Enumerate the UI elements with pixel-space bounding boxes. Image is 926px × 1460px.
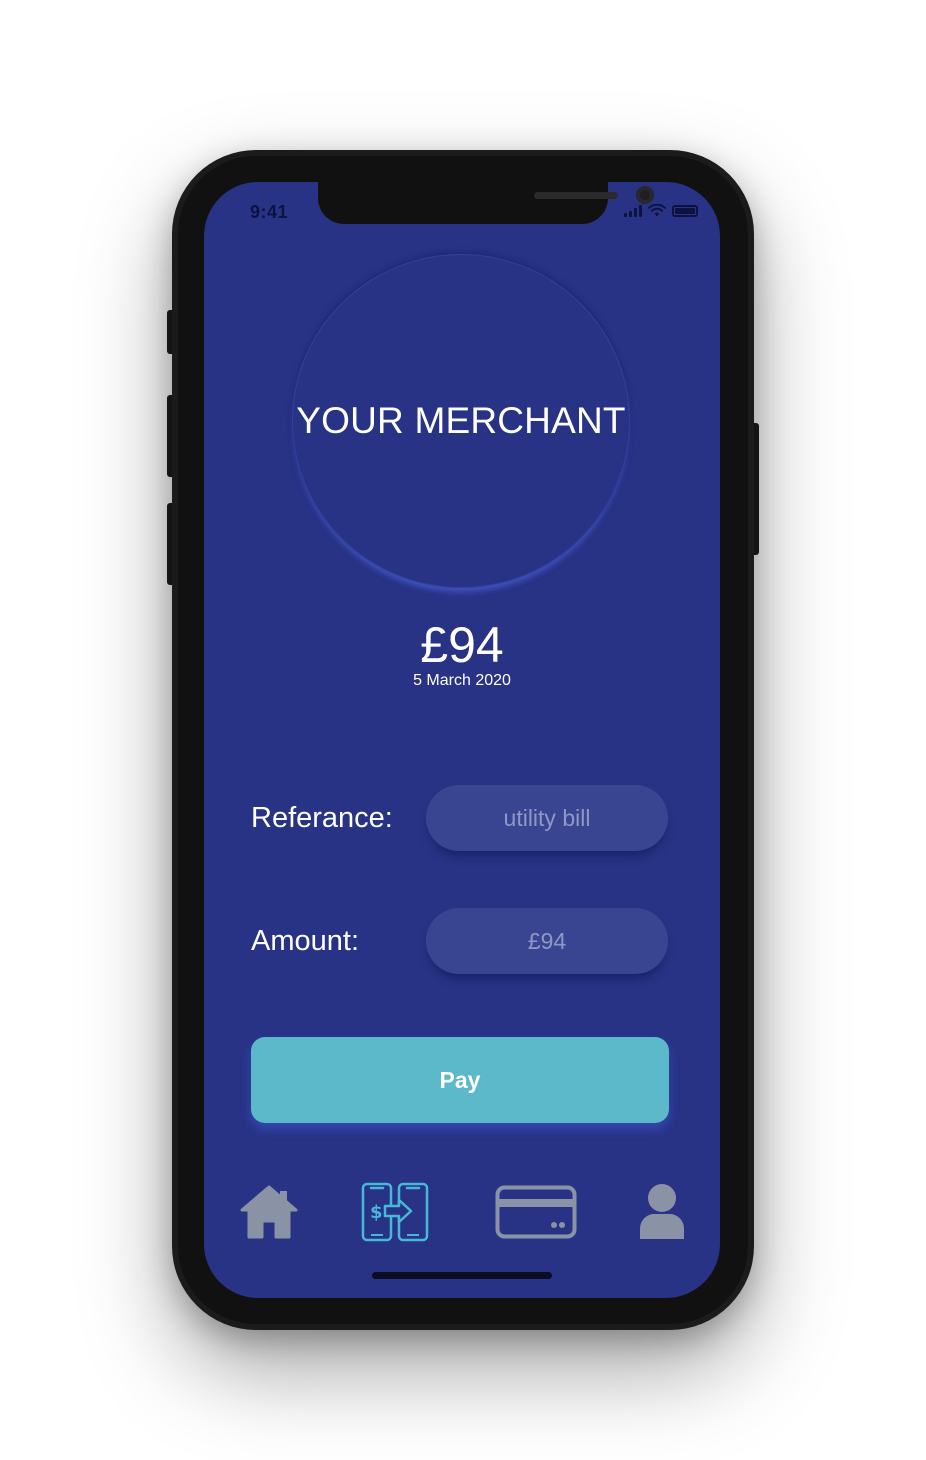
- tab-transfer[interactable]: $: [360, 1180, 430, 1244]
- home-indicator[interactable]: [372, 1272, 552, 1279]
- tab-cards[interactable]: [494, 1180, 578, 1244]
- tab-home[interactable]: [238, 1180, 300, 1244]
- payment-amount: £94: [420, 617, 504, 673]
- credit-card-icon: [495, 1185, 577, 1239]
- wifi-icon: [648, 204, 666, 217]
- speaker-grille: [534, 192, 618, 199]
- svg-text:$: $: [370, 1202, 383, 1223]
- payment-date: 5 March 2020: [413, 672, 511, 689]
- front-camera: [636, 186, 654, 204]
- app-screen: 9:41 YOUR MERCHANT £94 5 March 2020 Refe…: [204, 182, 720, 1298]
- reference-input[interactable]: [426, 785, 668, 851]
- tab-profile[interactable]: [636, 1180, 688, 1244]
- merchant-avatar: YOUR MERCHANT: [292, 254, 630, 588]
- merchant-name: YOUR MERCHANT: [296, 400, 626, 441]
- notch: [318, 182, 654, 224]
- cellular-signal-icon: [624, 205, 642, 217]
- pay-button[interactable]: Pay: [251, 1037, 669, 1123]
- home-icon: [240, 1185, 298, 1239]
- stage: 9:41 YOUR MERCHANT £94 5 March 2020 Refe…: [0, 0, 926, 1460]
- status-time: 9:41: [250, 202, 289, 222]
- user-profile-icon: [640, 1184, 684, 1239]
- amount-input[interactable]: [426, 908, 668, 974]
- phone-transfer-icon: $: [361, 1182, 429, 1242]
- status-icons: [624, 204, 698, 217]
- reference-label: Referance:: [251, 802, 393, 834]
- tab-bar: $: [204, 1180, 720, 1250]
- battery-icon: [672, 205, 698, 217]
- amount-label: Amount:: [251, 925, 359, 957]
